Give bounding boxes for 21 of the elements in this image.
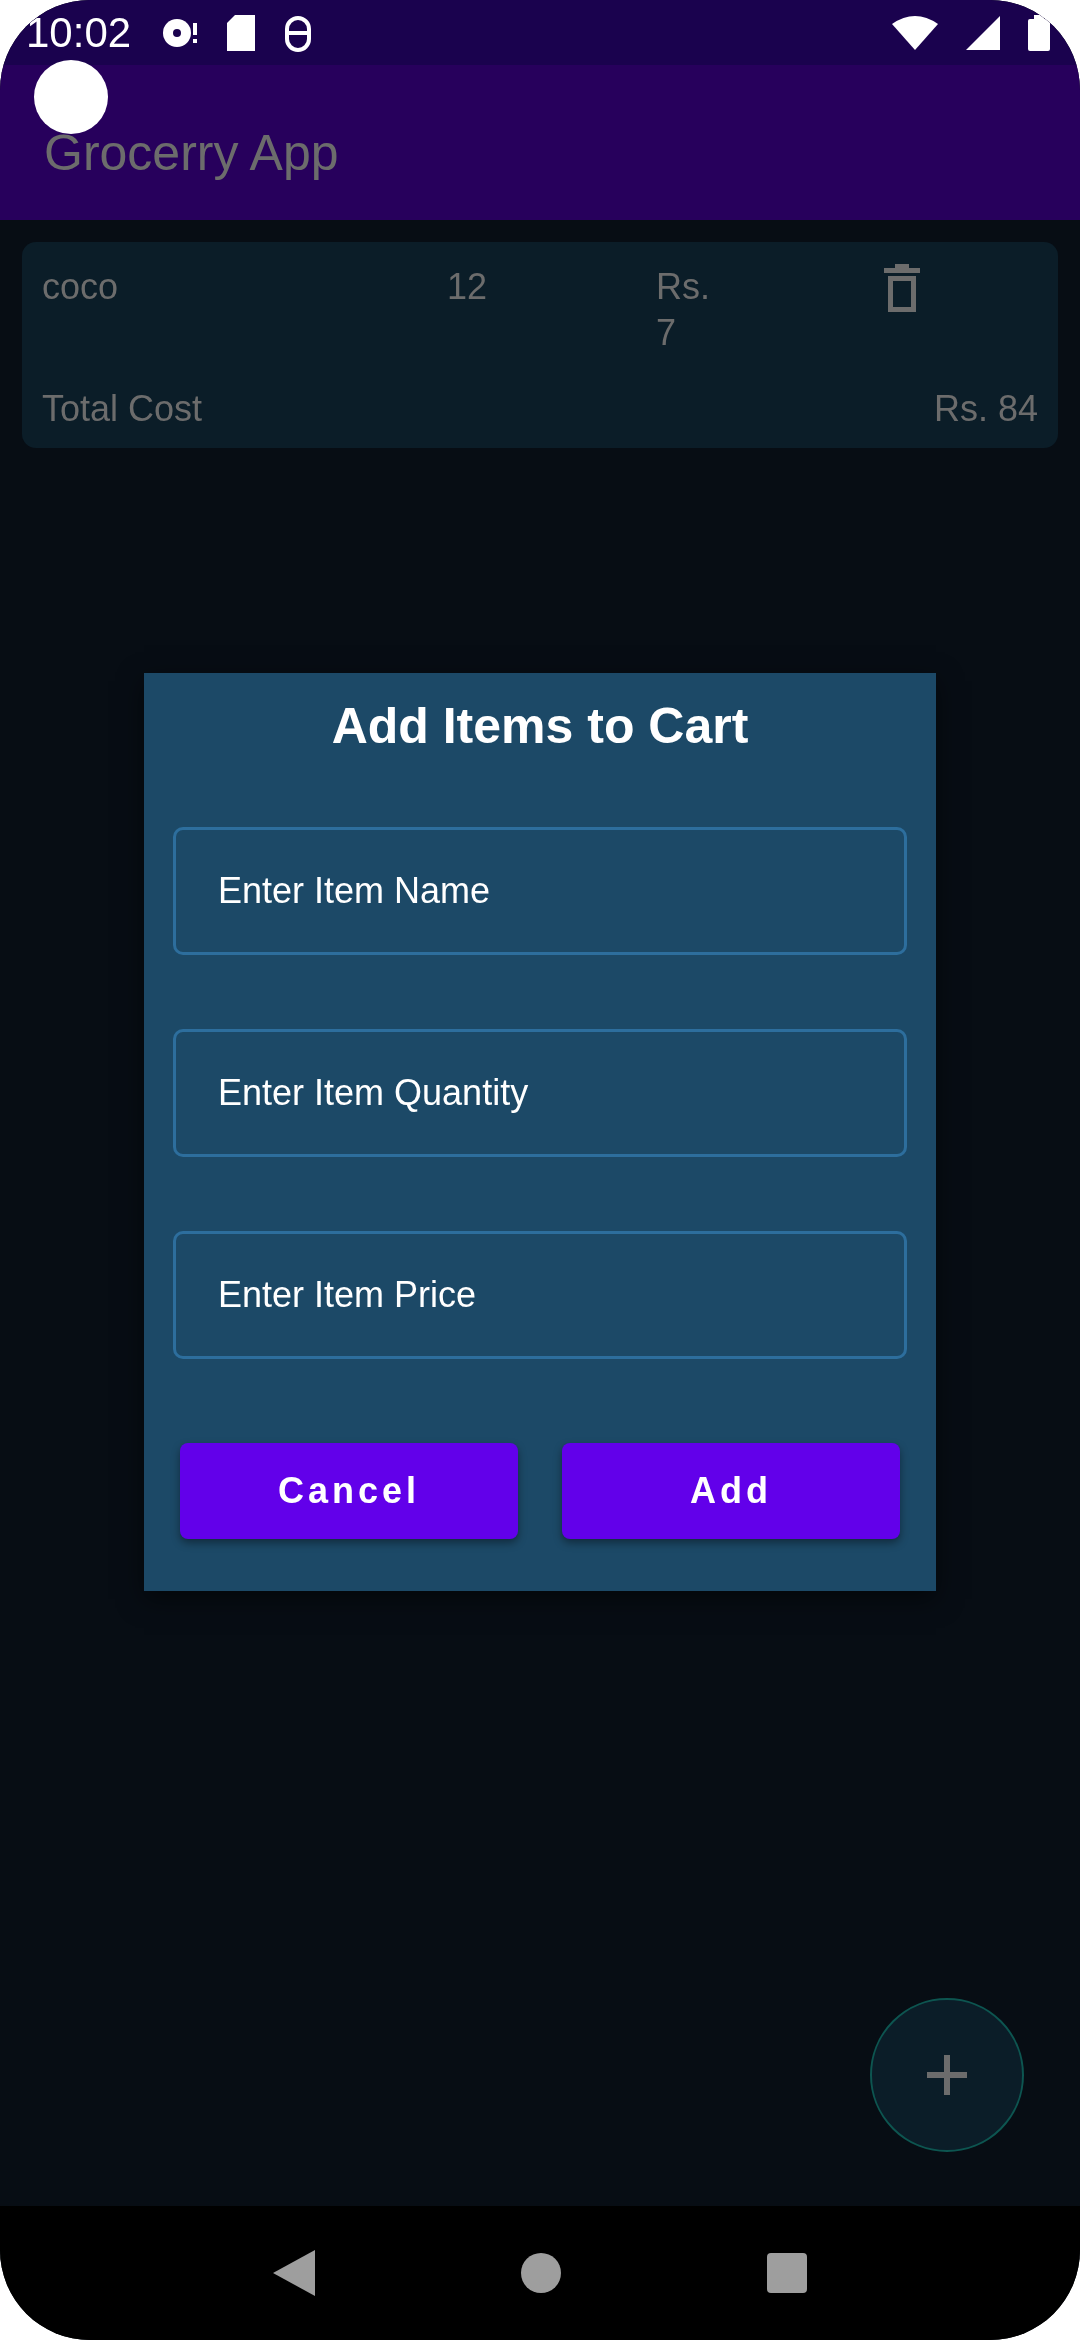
app-title: Grocerry App (44, 123, 339, 182)
input-field[interactable]: Enter Item Price (173, 1231, 907, 1359)
plus-icon (927, 2055, 967, 2095)
sd-card-icon (227, 14, 256, 51)
trash-icon[interactable] (884, 264, 920, 312)
item-name: coco (42, 265, 120, 309)
cancel-button[interactable]: Cancel (180, 1443, 518, 1539)
battery-icon (1028, 14, 1050, 51)
input-field[interactable]: Enter Item Name (173, 827, 907, 955)
input-field[interactable]: Enter Item Quantity (173, 1029, 907, 1157)
wifi-icon (892, 15, 938, 50)
dialog-title: Add Items to Cart (330, 697, 750, 755)
signal-icon (966, 15, 1000, 50)
total-value: Rs. 84 (933, 387, 1038, 431)
add-button[interactable]: Add (562, 1443, 900, 1539)
total-label: Total Cost (42, 387, 203, 431)
home-icon[interactable] (521, 2253, 561, 2293)
status-time: 10:02 (26, 8, 132, 57)
item-price: Rs. 7 (656, 265, 711, 355)
item-quantity: 12 (447, 265, 489, 309)
back-icon[interactable] (273, 2250, 315, 2296)
